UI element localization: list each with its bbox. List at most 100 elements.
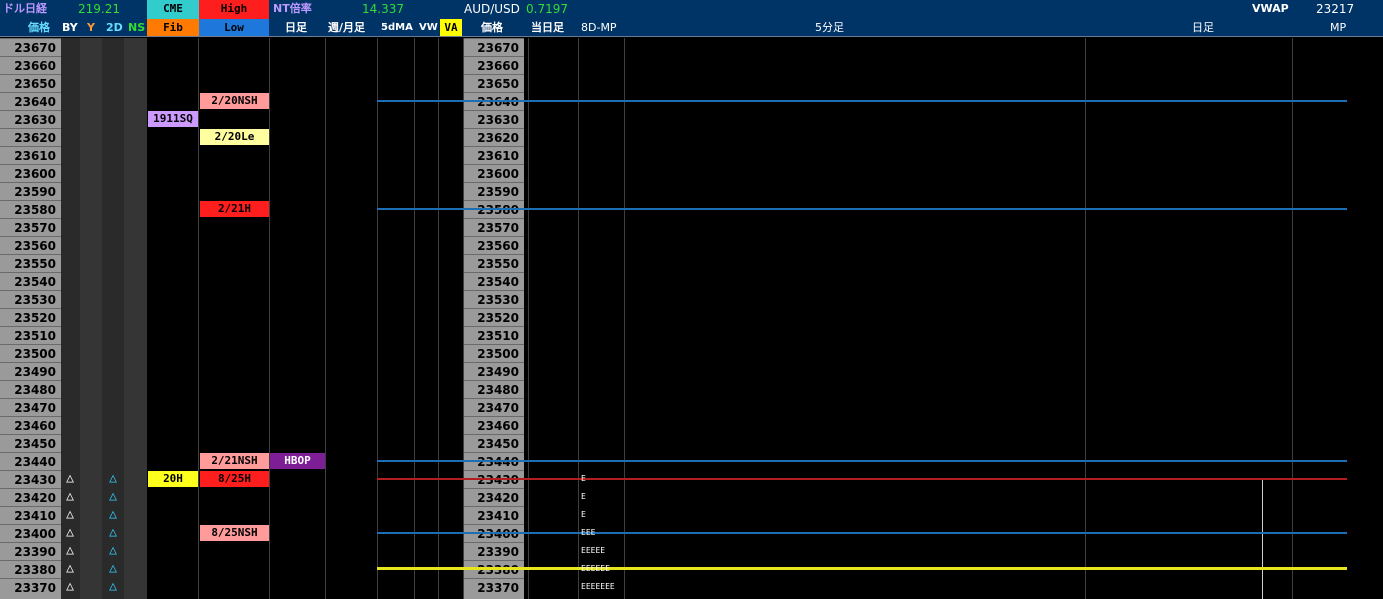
mp-letter-row: EEEEE xyxy=(581,546,606,555)
price-cell: 23540 xyxy=(464,272,524,290)
dollar-nikkei-label: ドル日経 xyxy=(3,2,47,15)
by-triangle-icon: △ xyxy=(66,489,74,504)
price-cell: 23410 xyxy=(464,506,524,524)
grid-line xyxy=(438,38,439,599)
mp-letter-row: E xyxy=(581,474,586,483)
price-cell: 23380 xyxy=(0,560,61,578)
price-cell: 23420 xyxy=(464,488,524,506)
price-cell: 23460 xyxy=(464,416,524,434)
2d-column-header[interactable]: 2D xyxy=(106,19,123,36)
price-cell: 23450 xyxy=(464,434,524,452)
5dma-column-header[interactable]: 5dMA xyxy=(381,19,413,36)
price-cell: 23620 xyxy=(0,128,61,146)
price-cell: 23640 xyxy=(0,92,61,110)
2d-triangle-icon: △ xyxy=(109,471,117,486)
header-top-bar: ドル日経 219.21 CME High NT倍率 14.337 AUD/USD… xyxy=(0,0,1383,19)
daily2-column-header[interactable]: 日足 xyxy=(1192,19,1214,36)
price-cell: 23560 xyxy=(464,236,524,254)
grid-line xyxy=(578,38,579,599)
price-cell: 23580 xyxy=(0,200,61,218)
2d-triangle-icon: △ xyxy=(109,579,117,594)
2d-triangle-icon: △ xyxy=(109,561,117,576)
vw-column-header[interactable]: VW xyxy=(419,19,438,36)
daily-candle-wick xyxy=(1262,478,1263,599)
level-tag[interactable]: 8/25H xyxy=(200,471,269,487)
mp-letter-row: EEEEEE xyxy=(581,564,610,573)
aud-usd-value: 0.7197 xyxy=(526,2,568,16)
price-cell: 23500 xyxy=(0,344,61,362)
daily-column-header[interactable]: 日足 xyxy=(285,19,307,36)
level-tag[interactable]: 2/21H xyxy=(200,201,269,217)
price-cell: 23660 xyxy=(464,56,524,74)
ns-column xyxy=(124,38,147,599)
price-cell: 23620 xyxy=(464,128,524,146)
price-cell: 23670 xyxy=(464,38,524,56)
price-column-header[interactable]: 価格 xyxy=(28,19,50,36)
price-cell: 23470 xyxy=(0,398,61,416)
price-cell: 23490 xyxy=(464,362,524,380)
grid-line xyxy=(414,38,415,599)
price-cell: 23390 xyxy=(0,542,61,560)
grid-line xyxy=(269,38,270,599)
nt-ratio-value: 14.337 xyxy=(362,2,404,16)
price-cell: 23610 xyxy=(464,146,524,164)
level-tag[interactable]: 20H xyxy=(148,471,198,487)
cme-label: CME xyxy=(147,0,199,19)
weekly-monthly-column-header[interactable]: 週/月足 xyxy=(328,19,365,36)
level-tag[interactable]: 2/20NSH xyxy=(200,93,269,109)
price-cell: 23530 xyxy=(0,290,61,308)
level-line xyxy=(377,478,1347,480)
y-column-header[interactable]: Y xyxy=(87,19,95,36)
grid-line xyxy=(528,38,529,599)
price-cell: 23520 xyxy=(0,308,61,326)
level-tag[interactable]: 1911SQ xyxy=(148,111,198,127)
y-column xyxy=(80,38,102,599)
aud-usd-label: AUD/USD xyxy=(464,2,520,16)
mp-column-header[interactable]: MP xyxy=(1330,19,1346,36)
by-column-header[interactable]: BY xyxy=(62,19,78,36)
2d-triangle-icon: △ xyxy=(109,543,117,558)
2d-triangle-icon: △ xyxy=(109,525,117,540)
level-tag[interactable]: 8/25NSH xyxy=(200,525,269,541)
mp-letter-row: E xyxy=(581,492,586,501)
nt-ratio-label: NT倍率 xyxy=(273,2,312,15)
price-cell: 23590 xyxy=(0,182,61,200)
2d-triangle-icon: △ xyxy=(109,507,117,522)
grid-line xyxy=(198,38,199,599)
ns-column-header[interactable]: NS xyxy=(128,19,145,36)
va-column-header[interactable]: VA xyxy=(440,19,462,36)
today-daily-column-header[interactable]: 当日足 xyxy=(531,19,564,36)
level-tag[interactable]: HBOP xyxy=(270,453,325,469)
fib-column-header[interactable]: Fib xyxy=(147,19,199,36)
level-tag[interactable]: 2/21NSH xyxy=(200,453,269,469)
level-tag[interactable]: 2/20Le xyxy=(200,129,269,145)
price-cell: 23410 xyxy=(0,506,61,524)
price-cell: 23570 xyxy=(464,218,524,236)
mp-letter-row: EEE xyxy=(581,528,596,537)
price-cell: 23630 xyxy=(464,110,524,128)
8d-mp-column-header[interactable]: 8D-MP xyxy=(581,19,617,36)
price-cell: 23400 xyxy=(0,524,61,542)
by-triangle-icon: △ xyxy=(66,525,74,540)
price-cell: 23500 xyxy=(464,344,524,362)
by-triangle-icon: △ xyxy=(66,561,74,576)
price-cell: 23600 xyxy=(464,164,524,182)
price-cell: 23390 xyxy=(464,542,524,560)
price-cell: 23510 xyxy=(0,326,61,344)
price-cell: 23540 xyxy=(0,272,61,290)
grid-line xyxy=(1292,38,1293,599)
price-cell: 23510 xyxy=(464,326,524,344)
5min-column-header[interactable]: 5分足 xyxy=(815,19,844,36)
price-cell: 23490 xyxy=(0,362,61,380)
price-cell: 23460 xyxy=(0,416,61,434)
high-label: High xyxy=(199,0,269,19)
price-cell: 23370 xyxy=(464,578,524,596)
price2-column-header[interactable]: 価格 xyxy=(481,19,503,36)
by-triangle-icon: △ xyxy=(66,507,74,522)
price-cell: 23470 xyxy=(464,398,524,416)
price-cell: 23670 xyxy=(0,38,61,56)
vwap-value: 23217 xyxy=(1316,2,1355,16)
low-column-header[interactable]: Low xyxy=(199,19,269,36)
by-triangle-icon: △ xyxy=(66,543,74,558)
dollar-nikkei-value: 219.21 xyxy=(78,2,120,16)
